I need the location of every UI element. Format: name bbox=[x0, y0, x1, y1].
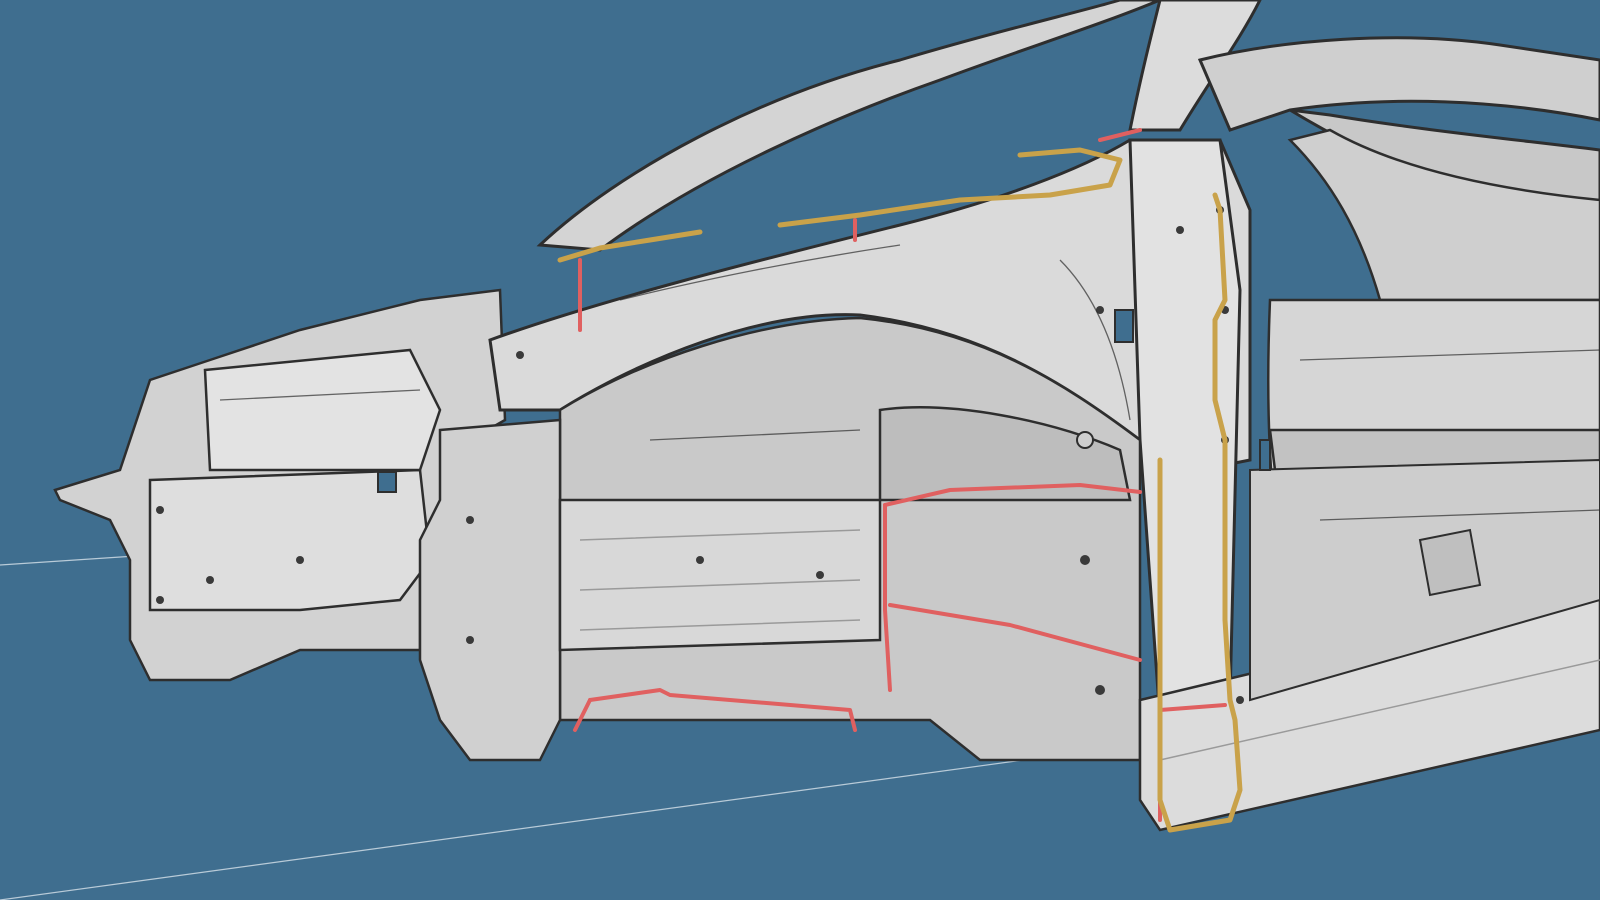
cad-viewport[interactable] bbox=[0, 0, 1600, 900]
access-hole bbox=[1076, 431, 1094, 449]
bolt-hole bbox=[466, 636, 474, 644]
bolt-hole bbox=[696, 556, 704, 564]
bolt-hole bbox=[1080, 555, 1090, 565]
bolt-hole bbox=[516, 351, 524, 359]
bolt-hole bbox=[156, 506, 164, 514]
bolt-hole bbox=[206, 576, 214, 584]
bolt-hole bbox=[1095, 685, 1105, 695]
square-cutout bbox=[377, 471, 397, 493]
slot-cutout bbox=[1114, 309, 1134, 343]
bolt-hole bbox=[1236, 696, 1244, 704]
bolt-hole bbox=[816, 571, 824, 579]
ground-line bbox=[0, 754, 1061, 900]
slot-cutout bbox=[1259, 439, 1271, 471]
bolt-hole bbox=[466, 516, 474, 524]
car-body-model[interactable] bbox=[0, 0, 1600, 900]
bolt-hole bbox=[296, 556, 304, 564]
bolt-hole bbox=[1176, 226, 1184, 234]
bolt-hole bbox=[156, 596, 164, 604]
